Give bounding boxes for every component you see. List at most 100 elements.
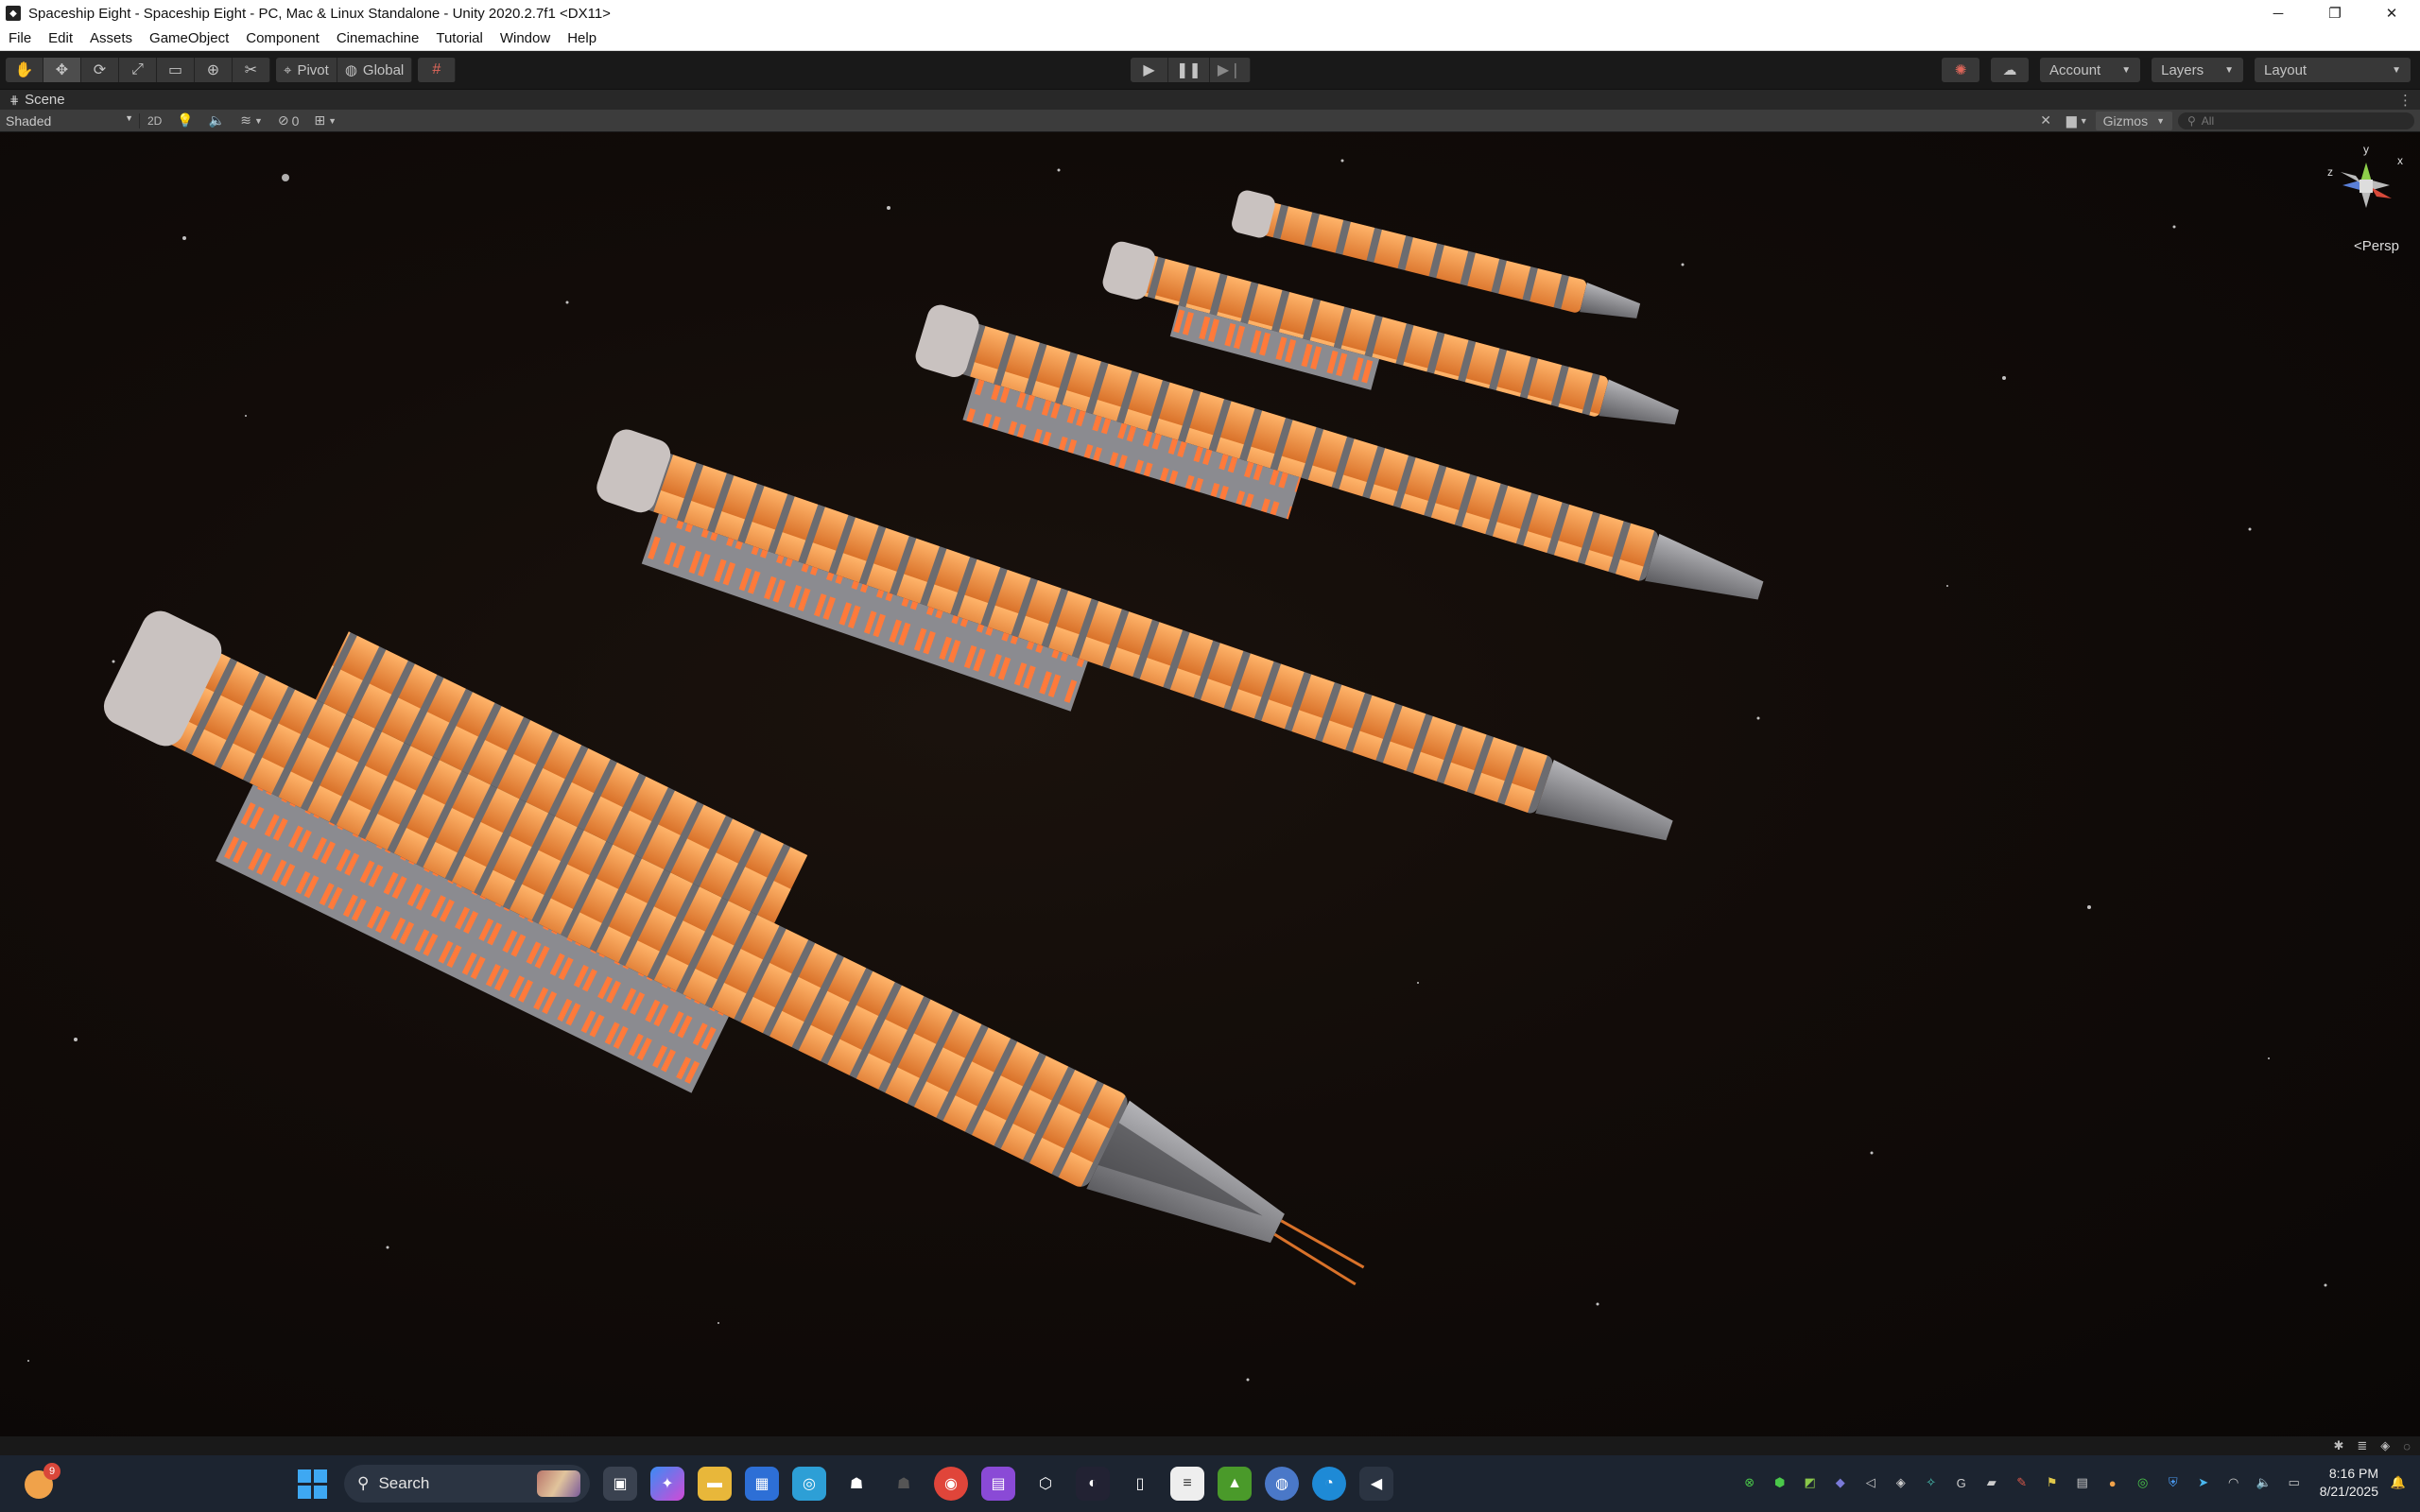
mode-2d-toggle[interactable]: 2D — [140, 114, 169, 128]
shading-mode-dropdown[interactable]: Shaded ▼ — [0, 112, 140, 129]
menu-edit[interactable]: Edit — [40, 30, 81, 46]
more-options-icon[interactable]: ⋮ — [2398, 92, 2412, 109]
teams-icon[interactable]: ◆ — [1830, 1472, 1851, 1493]
unity-hub-icon[interactable]: ⬡ — [1028, 1467, 1063, 1501]
wifi-icon[interactable]: ◠ — [2223, 1472, 2244, 1493]
grid-toggle[interactable]: ⊞ ▼ — [306, 112, 344, 129]
gizmos-dropdown[interactable]: Gizmos ▼ — [2095, 111, 2172, 130]
menu-assets[interactable]: Assets — [81, 30, 141, 46]
unity-editor-icon[interactable]: ◀ — [1359, 1467, 1393, 1501]
tray-g-icon[interactable]: G — [1951, 1472, 1972, 1493]
notifications-bell-icon[interactable]: 🔔 — [2388, 1472, 2409, 1493]
tray-send-icon[interactable]: ➤ — [2193, 1472, 2214, 1493]
steam-icon[interactable]: ◐ — [1076, 1467, 1110, 1501]
orientation-gizmo[interactable]: y z x <Persp — [2324, 140, 2409, 263]
effects-icon: ≋ — [240, 112, 251, 128]
tray-box-icon[interactable]: ◈ — [1891, 1472, 1911, 1493]
menu-window[interactable]: Window — [492, 30, 559, 46]
tray-teal-icon[interactable]: ✧ — [1921, 1472, 1942, 1493]
collab-icon[interactable]: ✺ — [1942, 58, 1979, 82]
edge-icon[interactable]: ◔ — [1312, 1467, 1346, 1501]
clock[interactable]: 8:16 PM 8/21/2025 — [2320, 1465, 2378, 1501]
scene-viewport[interactable]: y z x <Persp — [0, 132, 2420, 1436]
weather-widget[interactable]: 9 — [23, 1463, 60, 1501]
chrome-icon[interactable]: ◉ — [934, 1467, 968, 1501]
grid-snap-icon[interactable]: # — [418, 58, 457, 82]
layout-dropdown[interactable]: Layout ▼ — [2255, 58, 2411, 82]
copilot-icon[interactable]: ✦ — [650, 1467, 684, 1501]
scene-search-input[interactable]: ⚲ All — [2178, 112, 2414, 129]
close-button[interactable]: ✕ — [2363, 0, 2420, 26]
tray-orange-icon[interactable]: ● — [2102, 1472, 2123, 1493]
bug-icon[interactable]: ✱ — [2333, 1438, 2343, 1453]
pause-button[interactable]: ❚❚ — [1168, 58, 1210, 82]
menu-file[interactable]: File — [0, 30, 40, 46]
globe-icon: ◍ — [344, 62, 357, 78]
usb-app-icon[interactable]: ▯ — [1123, 1467, 1157, 1501]
step-button[interactable]: ▶❘ — [1210, 58, 1251, 82]
tray-stripe-icon[interactable]: ▰ — [1981, 1472, 2002, 1493]
menu-component[interactable]: Component — [237, 30, 328, 46]
taskbar-search[interactable]: ⚲ Search — [344, 1465, 590, 1503]
projection-label[interactable]: <Persp — [2354, 238, 2399, 254]
minimize-button[interactable]: ─ — [2250, 0, 2307, 26]
cloud-icon[interactable]: ☁ — [1991, 58, 2029, 82]
menu-tutorial[interactable]: Tutorial — [427, 30, 491, 46]
global-toggle[interactable]: ◍ Global — [337, 58, 413, 82]
tray-defender-icon[interactable]: ⛨ — [2163, 1472, 2184, 1493]
progress-icon[interactable]: ◌ — [2403, 1439, 2411, 1453]
tab-scene[interactable]: ⋕ Scene — [0, 92, 65, 108]
rotate-tool-icon[interactable]: ⟳ — [81, 58, 119, 82]
tray-app-chart-icon[interactable]: ◩ — [1800, 1472, 1821, 1493]
layers-dropdown[interactable]: Layers ▼ — [2152, 58, 2244, 82]
pivot-icon: ⌖ — [284, 61, 292, 78]
maximize-button[interactable]: ❐ — [2307, 0, 2363, 26]
grid-icon: ⊞ — [314, 112, 326, 128]
custom-tool-icon[interactable]: ✂ — [233, 58, 270, 82]
world-app-icon[interactable]: ◍ — [1265, 1467, 1299, 1501]
tray-film-icon[interactable]: ▤ — [2072, 1472, 2093, 1493]
nvidia-icon[interactable]: ▲ — [1218, 1467, 1252, 1501]
volume-icon[interactable]: 🔈 — [2254, 1472, 2274, 1493]
menu-gameobject[interactable]: GameObject — [141, 30, 237, 46]
move-tool-icon[interactable]: ✥ — [43, 58, 81, 82]
effects-toggle[interactable]: ≋ ▼ — [233, 112, 270, 129]
account-dropdown[interactable]: Account ▼ — [2040, 58, 2141, 82]
audio-toggle[interactable]: 🔈 — [201, 112, 233, 129]
xbox-icon[interactable]: ⊗ — [1739, 1472, 1760, 1493]
notes-app-icon[interactable]: ≡ — [1170, 1467, 1204, 1501]
tray-red-icon[interactable]: ✎ — [2012, 1472, 2032, 1493]
transform-tool-icon[interactable]: ⊕ — [195, 58, 233, 82]
task-view-icon[interactable]: ▣ — [603, 1467, 637, 1501]
hand-tool-icon[interactable]: ✋ — [6, 58, 43, 82]
camera-icon[interactable]: ▆ ▼ — [2059, 112, 2096, 129]
browser-globe-icon[interactable]: ◎ — [792, 1467, 826, 1501]
menu-cinemachine[interactable]: Cinemachine — [328, 30, 428, 46]
snap-tools: # — [418, 58, 457, 82]
dark-app-icon[interactable]: ☗ — [887, 1467, 921, 1501]
play-button[interactable]: ▶ — [1131, 58, 1168, 82]
pivot-toggle[interactable]: ⌖ Pivot — [276, 58, 337, 82]
file-explorer-icon[interactable]: ▬ — [698, 1467, 732, 1501]
tray-app-green-icon[interactable]: ⬢ — [1770, 1472, 1790, 1493]
lighting-toggle[interactable]: 💡 — [169, 112, 200, 129]
auto-generate-icon[interactable]: ◈ — [2380, 1438, 2390, 1453]
gizmos-label: Gizmos — [2102, 112, 2149, 129]
battery-icon[interactable]: ▭ — [2284, 1472, 2305, 1493]
windows-taskbar: 9 ⚲ Search ▣ ✦ ▬ ▦ ◎ ☗ ☗ ◉ ▤ ⬡ ◐ ▯ ≡ ▲ ◍… — [0, 1455, 2420, 1512]
start-button[interactable] — [293, 1465, 331, 1503]
scale-tool-icon[interactable]: ⤢ — [119, 58, 157, 82]
layers-status-icon[interactable]: ≣ — [2357, 1438, 2367, 1453]
tray-unity-icon[interactable]: ◁ — [1860, 1472, 1881, 1493]
scene-tab-label: Scene — [25, 92, 65, 108]
store-icon[interactable]: ▦ — [745, 1467, 779, 1501]
hidden-objects-toggle[interactable]: ⊘ 0 — [270, 112, 307, 129]
media-app-icon[interactable]: ▤ — [981, 1467, 1015, 1501]
pivot-label: Pivot — [297, 61, 329, 78]
tools-icon[interactable]: ✕ — [2032, 112, 2059, 129]
tray-yellow-icon[interactable]: ⚑ — [2042, 1472, 2063, 1493]
tray-green2-icon[interactable]: ◎ — [2133, 1472, 2153, 1493]
menu-help[interactable]: Help — [559, 30, 605, 46]
alienware-icon[interactable]: ☗ — [839, 1467, 873, 1501]
rect-tool-icon[interactable]: ▭ — [157, 58, 195, 82]
